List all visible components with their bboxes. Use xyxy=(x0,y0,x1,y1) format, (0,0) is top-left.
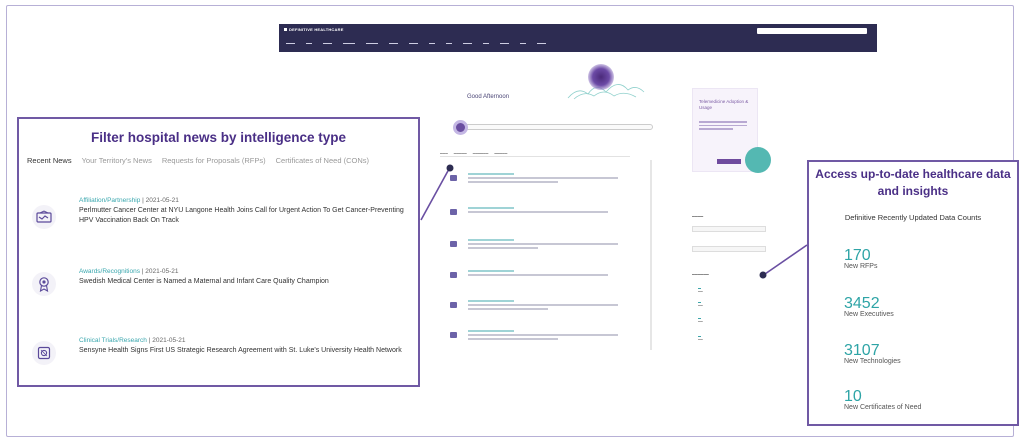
nav-item[interactable]: ▬▬▬ xyxy=(286,41,295,45)
callout-title: Filter hospital news by intelligence typ… xyxy=(90,130,347,145)
app-navbar: DEFINITIVE HEALTHCARE ▬▬▬ ▬▬ ▬▬▬ ▬▬▬▬ ▬▬… xyxy=(279,24,877,52)
divider xyxy=(440,156,630,157)
stat-value: 10 xyxy=(844,388,862,405)
promo-card[interactable]: Telemedicine Adoption & Usage xyxy=(692,88,771,173)
stat-label: New RFPs xyxy=(844,263,878,270)
handshake-icon xyxy=(32,205,56,229)
sidebar-stat: ▬ ▬▬ xyxy=(698,334,703,341)
news-meta: Clinical Trials/Research | 2021-05-21 xyxy=(79,337,185,344)
list-item[interactable] xyxy=(450,239,628,255)
sidebar-stat: ▬ ▬▬ xyxy=(698,316,703,323)
award-ribbon-icon xyxy=(32,272,56,296)
news-meta: Affiliation/Partnership | 2021-05-21 xyxy=(79,197,179,204)
list-item[interactable] xyxy=(450,173,628,189)
avatar xyxy=(453,120,468,135)
nav-item[interactable]: ▬▬▬ xyxy=(409,41,418,45)
news-headline[interactable]: Perlmutter Cancer Center at NYU Langone … xyxy=(79,206,409,225)
nav-item[interactable]: ▬▬ xyxy=(483,41,489,45)
promo-decoration xyxy=(745,147,771,173)
promo-button[interactable] xyxy=(717,159,741,164)
nav-item[interactable]: ▬▬ xyxy=(306,41,312,45)
news-thumb-icon xyxy=(450,209,457,215)
tab-rfps[interactable]: Requests for Proposals (RFPs) xyxy=(162,156,266,165)
news-thumb-icon xyxy=(450,272,457,278)
sidebar-heading: ▬▬▬▬▬▬ xyxy=(692,272,709,276)
news-headline[interactable]: Sensyne Health Signs First US Strategic … xyxy=(79,346,409,356)
nav-item[interactable]: ▬▬ xyxy=(446,41,452,45)
stat-label: New Technologies xyxy=(844,358,901,365)
nav-item[interactable]: ▬▬▬ xyxy=(537,41,546,45)
news-type-tabs: Recent News Your Territory's News Reques… xyxy=(27,156,369,165)
data-counts-callout: Access up-to-date healthcare data and in… xyxy=(807,160,1019,426)
greeting-text: Good Afternoon xyxy=(467,94,510,100)
promo-text xyxy=(699,121,747,135)
tab-cons[interactable]: Certificates of Need (CONs) xyxy=(276,156,369,165)
stat-new-technologies[interactable]: 3107 New Technologies xyxy=(844,342,901,366)
brand-logo-icon xyxy=(284,28,287,31)
news-filter-callout: Filter hospital news by intelligence typ… xyxy=(17,117,420,387)
news-category[interactable]: Affiliation/Partnership xyxy=(79,197,140,204)
news-thumb-icon xyxy=(450,175,457,181)
app-nav-menu: ▬▬▬ ▬▬ ▬▬▬ ▬▬▬▬ ▬▬▬▬ ▬▬▬ ▬▬▬ ▬▬ ▬▬ ▬▬▬ ▬… xyxy=(286,41,546,45)
news-headline[interactable]: Swedish Medical Center is Named a Matern… xyxy=(79,277,409,287)
news-item[interactable]: Clinical Trials/Research | 2021-05-21 Se… xyxy=(32,337,412,377)
nav-item[interactable]: ▬▬▬ xyxy=(500,41,509,45)
nav-item[interactable]: ▬▬ xyxy=(520,41,526,45)
tab-territory-news[interactable]: Your Territory's News xyxy=(82,156,152,165)
news-date: | 2021-05-21 xyxy=(142,197,179,204)
callout-title: Access up-to-date healthcare data and in… xyxy=(815,167,1011,198)
nav-item[interactable]: ▬▬▬▬ xyxy=(366,41,378,45)
stat-value: 3452 xyxy=(844,295,880,312)
nav-item[interactable]: ▬▬▬ xyxy=(463,41,472,45)
inner-tab[interactable]: ▬▬▬▬▬ xyxy=(494,152,507,155)
stat-new-certificates[interactable]: 10 New Certificates of Need xyxy=(844,388,922,412)
app-brand: DEFINITIVE HEALTHCARE xyxy=(284,27,344,32)
nav-item[interactable]: ▬▬▬ xyxy=(323,41,332,45)
news-item[interactable]: Awards/Recognitions | 2021-05-21 Swedish… xyxy=(32,268,412,308)
app-main-panel: Good Afternoon ▬▬▬ ▬▬▬▬▬ ▬▬▬▬▬▬ ▬▬▬▬▬ xyxy=(440,56,662,356)
inner-tab[interactable]: ▬▬▬ xyxy=(440,152,448,155)
stat-new-executives[interactable]: 3452 New Executives xyxy=(844,295,894,319)
stat-value: 170 xyxy=(844,247,871,264)
stat-value: 3107 xyxy=(844,342,880,359)
clinical-trial-icon xyxy=(32,341,56,365)
list-item[interactable] xyxy=(450,330,628,346)
app-inner-search[interactable] xyxy=(453,120,653,135)
inner-search-input[interactable] xyxy=(463,124,653,130)
app-search-input[interactable] xyxy=(757,28,867,34)
stat-label: New Certificates of Need xyxy=(844,404,922,411)
news-thumb-icon xyxy=(450,332,457,338)
sidebar-heading: ▬▬▬▬ xyxy=(692,214,704,218)
sidebar-stat: ▬ ▬▬ xyxy=(698,300,703,307)
list-item[interactable] xyxy=(450,270,628,286)
news-date: | 2021-05-21 xyxy=(148,337,186,344)
inner-tab[interactable]: ▬▬▬▬▬▬ xyxy=(473,152,489,155)
sidebar-field[interactable] xyxy=(692,226,766,232)
inner-tab[interactable]: ▬▬▬▬▬ xyxy=(454,152,467,155)
scrollbar[interactable] xyxy=(650,160,652,350)
sidebar-button[interactable] xyxy=(692,246,766,252)
nav-item[interactable]: ▬▬▬▬ xyxy=(343,41,355,45)
tab-recent-news[interactable]: Recent News xyxy=(27,156,72,165)
news-thumb-icon xyxy=(450,302,457,308)
stat-label: New Executives xyxy=(844,311,894,318)
news-category[interactable]: Clinical Trials/Research xyxy=(79,337,147,344)
stat-new-rfps[interactable]: 170 New RFPs xyxy=(844,247,878,271)
app-sidebar: Telemedicine Adoption & Usage ▬▬▬▬ ▬▬▬▬▬… xyxy=(684,80,771,350)
news-meta: Awards/Recognitions | 2021-05-21 xyxy=(79,268,179,275)
promo-title: Telemedicine Adoption & Usage xyxy=(699,99,749,110)
news-category[interactable]: Awards/Recognitions xyxy=(79,268,140,275)
nav-item[interactable]: ▬▬▬ xyxy=(389,41,398,45)
sidebar-stat: ▬ ▬▬ xyxy=(698,286,703,293)
decorative-orb xyxy=(588,64,614,90)
news-item[interactable]: Affiliation/Partnership | 2021-05-21 Per… xyxy=(32,197,412,237)
app-inner-tabs: ▬▬▬ ▬▬▬▬▬ ▬▬▬▬▬▬ ▬▬▬▬▬ xyxy=(440,152,507,155)
list-item[interactable] xyxy=(450,207,628,223)
list-item[interactable] xyxy=(450,300,628,316)
nav-item[interactable]: ▬▬ xyxy=(429,41,435,45)
news-thumb-icon xyxy=(450,241,457,247)
news-date: | 2021-05-21 xyxy=(141,268,179,275)
callout-subtitle: Definitive Recently Updated Data Counts xyxy=(844,213,982,222)
